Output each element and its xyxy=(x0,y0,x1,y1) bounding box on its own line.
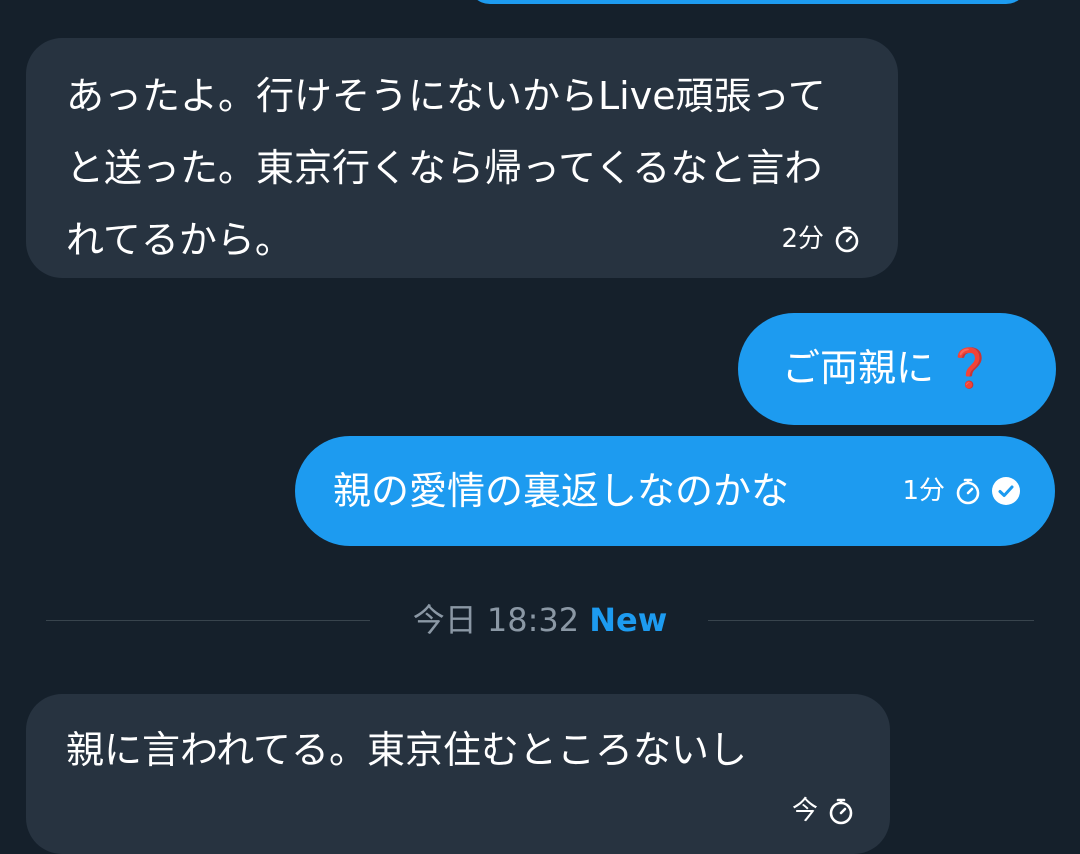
previous-sent-bubble[interactable] xyxy=(468,0,1028,4)
stopwatch-icon xyxy=(828,797,854,825)
red-question-mark-emoji: ❓ xyxy=(946,346,994,390)
message-time: 2分 xyxy=(781,224,824,254)
divider-label: 今日 18:32 New xyxy=(46,598,1034,642)
message-meta: 1分 xyxy=(902,476,1021,506)
message-text: ご両親に ❓ xyxy=(782,346,994,390)
chat-view: あったよ。行けそうにないからLive頑張ってと送った。東京行くなら帰ってくるなと… xyxy=(0,0,1080,854)
message-time: 今 xyxy=(791,796,818,826)
message-text: 親に言われてる。東京住むところないし xyxy=(66,728,747,772)
divider-date: 今日 18:32 xyxy=(412,601,580,639)
message-meta: 2分 xyxy=(781,224,860,254)
message-text: あったよ。行けそうにないからLive頑張ってと送った。東京行くなら帰ってくるなと… xyxy=(66,74,826,262)
sent-message-bubble[interactable]: ご両親に ❓ xyxy=(738,313,1056,425)
sent-message-bubble[interactable]: 親の愛情の裏返しなのかな 1分 xyxy=(295,436,1055,546)
stopwatch-icon xyxy=(955,477,981,505)
stopwatch-icon xyxy=(834,225,860,253)
new-badge: New xyxy=(589,601,668,639)
check-circle-icon xyxy=(991,476,1021,506)
received-message-bubble[interactable]: あったよ。行けそうにないからLive頑張ってと送った。東京行くなら帰ってくるなと… xyxy=(26,38,898,278)
message-time: 1分 xyxy=(902,476,945,506)
message-meta: 今 xyxy=(792,796,854,826)
received-message-bubble[interactable]: 親に言われてる。東京住むところないし 今 xyxy=(26,694,890,854)
